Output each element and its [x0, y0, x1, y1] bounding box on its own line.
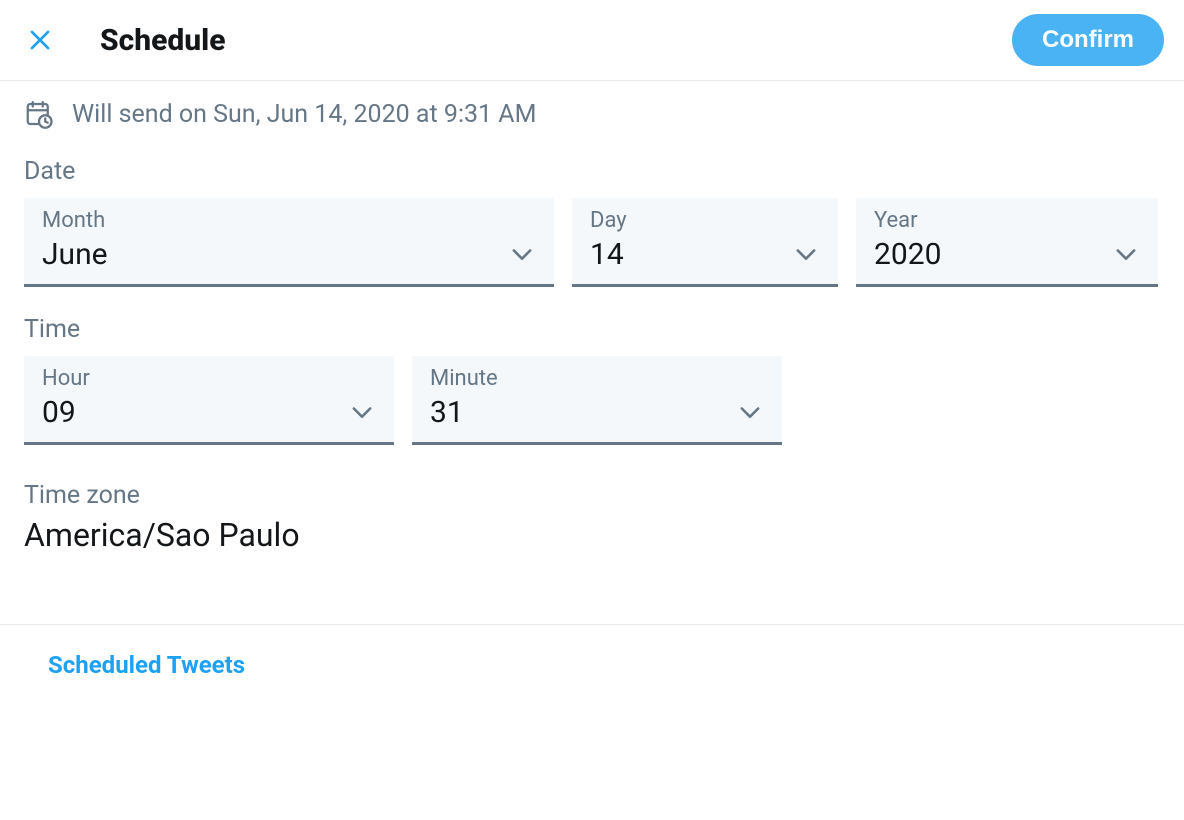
timezone-value: America/Sao Paulo [24, 516, 1160, 554]
scheduled-tweets-link[interactable]: Scheduled Tweets [48, 651, 245, 679]
minute-value: 31 [430, 395, 764, 430]
schedule-modal: Schedule Confirm Will send on Sun, Jun 1… [0, 0, 1184, 820]
day-select[interactable]: Day 14 [572, 198, 838, 287]
hour-label: Hour [42, 366, 376, 391]
modal-title: Schedule [100, 23, 226, 58]
close-icon [26, 26, 54, 54]
time-select-row: Hour 09 Minute 31 [24, 356, 1160, 445]
year-value: 2020 [874, 237, 1140, 272]
timezone-label: Time zone [24, 481, 1160, 510]
close-button[interactable] [20, 20, 60, 60]
schedule-status-row: Will send on Sun, Jun 14, 2020 at 9:31 A… [0, 81, 1184, 129]
month-value: June [42, 237, 536, 272]
day-value: 14 [590, 237, 820, 272]
year-label: Year [874, 208, 1140, 233]
hour-value: 09 [42, 395, 376, 430]
day-label: Day [590, 208, 820, 233]
chevron-down-icon [508, 240, 536, 268]
chevron-down-icon [348, 398, 376, 426]
calendar-clock-icon [24, 99, 54, 129]
month-select[interactable]: Month June [24, 198, 554, 287]
date-section-label: Date [24, 157, 1160, 186]
year-select[interactable]: Year 2020 [856, 198, 1158, 287]
chevron-down-icon [792, 240, 820, 268]
date-section: Date Month June Day 14 Year 2020 [0, 129, 1184, 287]
date-select-row: Month June Day 14 Year 2020 [24, 198, 1160, 287]
time-section-label: Time [24, 315, 1160, 344]
chevron-down-icon [736, 398, 764, 426]
month-label: Month [42, 208, 536, 233]
chevron-down-icon [1112, 240, 1140, 268]
minute-label: Minute [430, 366, 764, 391]
schedule-status-text: Will send on Sun, Jun 14, 2020 at 9:31 A… [72, 100, 536, 129]
confirm-button[interactable]: Confirm [1012, 14, 1164, 66]
timezone-section: Time zone America/Sao Paulo [0, 445, 1184, 554]
hour-select[interactable]: Hour 09 [24, 356, 394, 445]
modal-header: Schedule Confirm [0, 0, 1184, 81]
modal-footer: Scheduled Tweets [0, 625, 1184, 705]
minute-select[interactable]: Minute 31 [412, 356, 782, 445]
time-section: Time Hour 09 Minute 31 [0, 287, 1184, 445]
